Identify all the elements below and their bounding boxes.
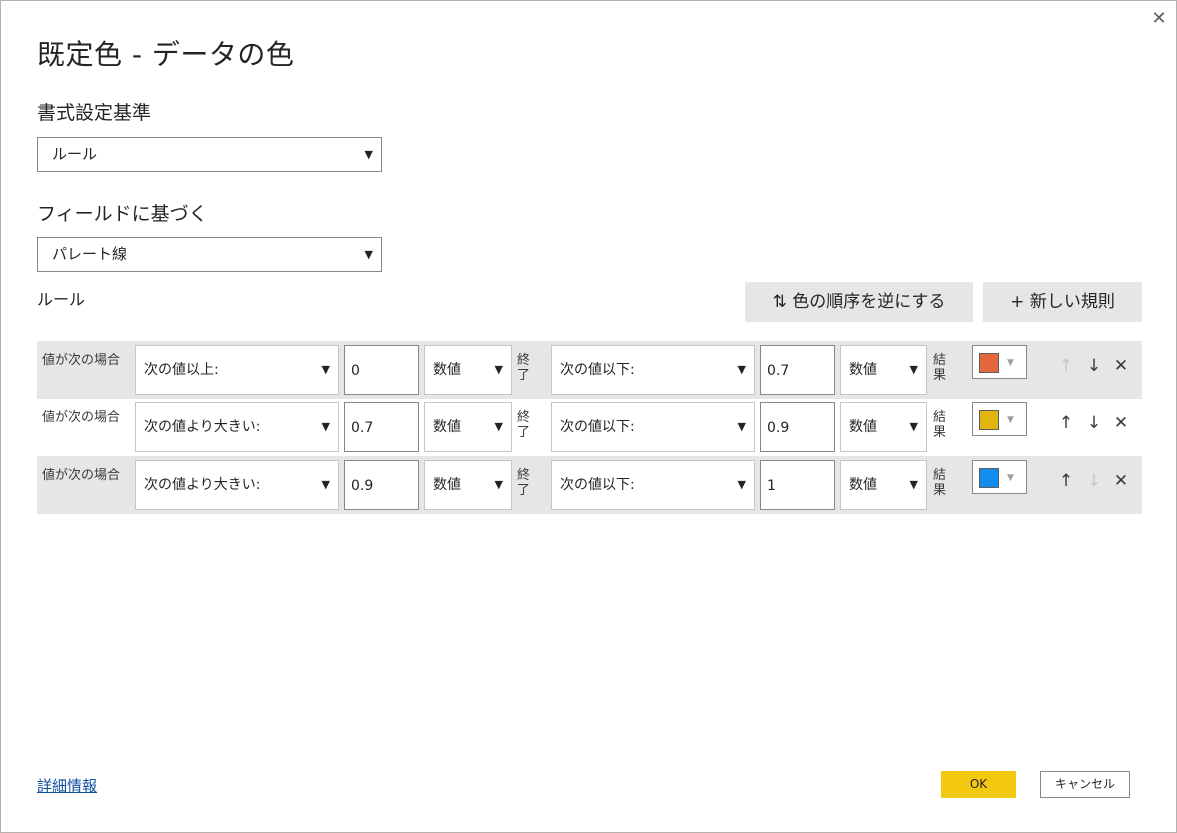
move-up-icon[interactable]: ↑ (1057, 412, 1075, 434)
and-label: 終了 (517, 353, 531, 383)
condition1-value: 次の値以上: (144, 362, 219, 378)
type1-select[interactable]: 数値 ▼ (424, 345, 512, 395)
delete-icon[interactable]: ✕ (1112, 355, 1130, 377)
type2-select[interactable]: 数値 ▼ (840, 345, 927, 395)
move-down-icon[interactable]: ↓ (1085, 470, 1103, 492)
dialog-title: 既定色 - データの色 (37, 38, 295, 71)
value1-input[interactable]: 0.7 (344, 402, 419, 452)
move-up-icon[interactable]: ↑ (1057, 355, 1075, 377)
caret-down-icon: ▼ (1007, 358, 1014, 368)
type1-value: 数値 (433, 419, 461, 435)
format-by-label: 書式設定基準 (37, 102, 152, 124)
condition1-value: 次の値より大きい: (144, 477, 261, 493)
condition1-value: 次の値より大きい: (144, 419, 261, 435)
color-picker-button[interactable]: ▼ (972, 402, 1027, 436)
learn-more-link[interactable]: 詳細情報 (37, 775, 97, 796)
dropdown-arrow-icon: ▼ (321, 478, 330, 491)
type2-value: 数値 (849, 362, 877, 378)
rule-row: 値が次の場合 次の値より大きい: ▼ 0.7 数値 ▼ 終了 次の値以下: ▼ … (37, 398, 1142, 456)
format-by-value: ルール (52, 145, 98, 163)
dropdown-arrow-icon: ▼ (494, 478, 503, 491)
dropdown-arrow-icon: ▼ (321, 420, 330, 433)
dropdown-arrow-icon: ▼ (909, 420, 918, 433)
and-label: 終了 (517, 468, 531, 498)
then-label: 結果 (933, 410, 947, 440)
then-label: 結果 (933, 468, 947, 498)
based-on-field-label: フィールドに基づく (37, 203, 208, 225)
rule-row: 値が次の場合 次の値より大きい: ▼ 0.9 数値 ▼ 終了 次の値以下: ▼ … (37, 456, 1142, 514)
condition1-select[interactable]: 次の値より大きい: ▼ (135, 460, 339, 510)
condition1-select[interactable]: 次の値以上: ▼ (135, 345, 339, 395)
value2-input[interactable]: 0.9 (760, 402, 835, 452)
condition1-select[interactable]: 次の値より大きい: ▼ (135, 402, 339, 452)
color-swatch (979, 410, 999, 430)
condition2-value: 次の値以下: (560, 419, 635, 435)
rules-label: ルール (37, 290, 86, 309)
dropdown-arrow-icon: ▼ (364, 148, 373, 161)
and-label: 終了 (517, 410, 531, 440)
delete-icon[interactable]: ✕ (1112, 470, 1130, 492)
if-label: 値が次の場合 (42, 410, 121, 425)
color-picker-button[interactable]: ▼ (972, 345, 1027, 379)
if-label: 値が次の場合 (42, 468, 121, 483)
dropdown-arrow-icon: ▼ (364, 248, 373, 261)
then-label: 結果 (933, 353, 947, 383)
dropdown-arrow-icon: ▼ (909, 478, 918, 491)
color-picker-button[interactable]: ▼ (972, 460, 1027, 494)
type1-select[interactable]: 数値 ▼ (424, 402, 512, 452)
type1-select[interactable]: 数値 ▼ (424, 460, 512, 510)
dropdown-arrow-icon: ▼ (909, 363, 918, 376)
value2-input[interactable]: 0.7 (760, 345, 835, 395)
cancel-button[interactable]: キャンセル (1040, 771, 1130, 798)
color-swatch (979, 353, 999, 373)
rule-row: 値が次の場合 次の値以上: ▼ 0 数値 ▼ 終了 次の値以下: ▼ 0.7 数… (37, 341, 1142, 399)
condition2-value: 次の値以下: (560, 477, 635, 493)
dropdown-arrow-icon: ▼ (494, 420, 503, 433)
based-on-field-select[interactable]: パレート線 ▼ (37, 237, 382, 272)
value1-input[interactable]: 0 (344, 345, 419, 395)
move-down-icon[interactable]: ↓ (1085, 412, 1103, 434)
value1-input[interactable]: 0.9 (344, 460, 419, 510)
value2-input[interactable]: 1 (760, 460, 835, 510)
reverse-color-order-button[interactable]: ⇅ 色の順序を逆にする (745, 282, 973, 322)
caret-down-icon: ▼ (1007, 415, 1014, 425)
type2-select[interactable]: 数値 ▼ (840, 460, 927, 510)
close-icon[interactable]: ✕ (1149, 9, 1169, 29)
new-rule-button[interactable]: + 新しい規則 (983, 282, 1142, 322)
move-up-icon[interactable]: ↑ (1057, 470, 1075, 492)
if-label: 値が次の場合 (42, 353, 121, 368)
type2-value: 数値 (849, 477, 877, 493)
color-swatch (979, 468, 999, 488)
based-on-field-value: パレート線 (52, 245, 128, 263)
type2-value: 数値 (849, 419, 877, 435)
delete-icon[interactable]: ✕ (1112, 412, 1130, 434)
caret-down-icon: ▼ (1007, 473, 1014, 483)
dropdown-arrow-icon: ▼ (494, 363, 503, 376)
dropdown-arrow-icon: ▼ (321, 363, 330, 376)
dropdown-arrow-icon: ▼ (737, 363, 746, 376)
type1-value: 数値 (433, 362, 461, 378)
move-down-icon[interactable]: ↓ (1085, 355, 1103, 377)
type1-value: 数値 (433, 477, 461, 493)
format-by-select[interactable]: ルール ▼ (37, 137, 382, 172)
condition2-select[interactable]: 次の値以下: ▼ (551, 460, 755, 510)
dropdown-arrow-icon: ▼ (737, 420, 746, 433)
condition2-select[interactable]: 次の値以下: ▼ (551, 402, 755, 452)
condition2-select[interactable]: 次の値以下: ▼ (551, 345, 755, 395)
ok-button[interactable]: OK (941, 771, 1016, 798)
type2-select[interactable]: 数値 ▼ (840, 402, 927, 452)
dialog: ✕ 既定色 - データの色 書式設定基準 ルール ▼ フィールドに基づく パレー… (0, 0, 1177, 833)
condition2-value: 次の値以下: (560, 362, 635, 378)
dropdown-arrow-icon: ▼ (737, 478, 746, 491)
